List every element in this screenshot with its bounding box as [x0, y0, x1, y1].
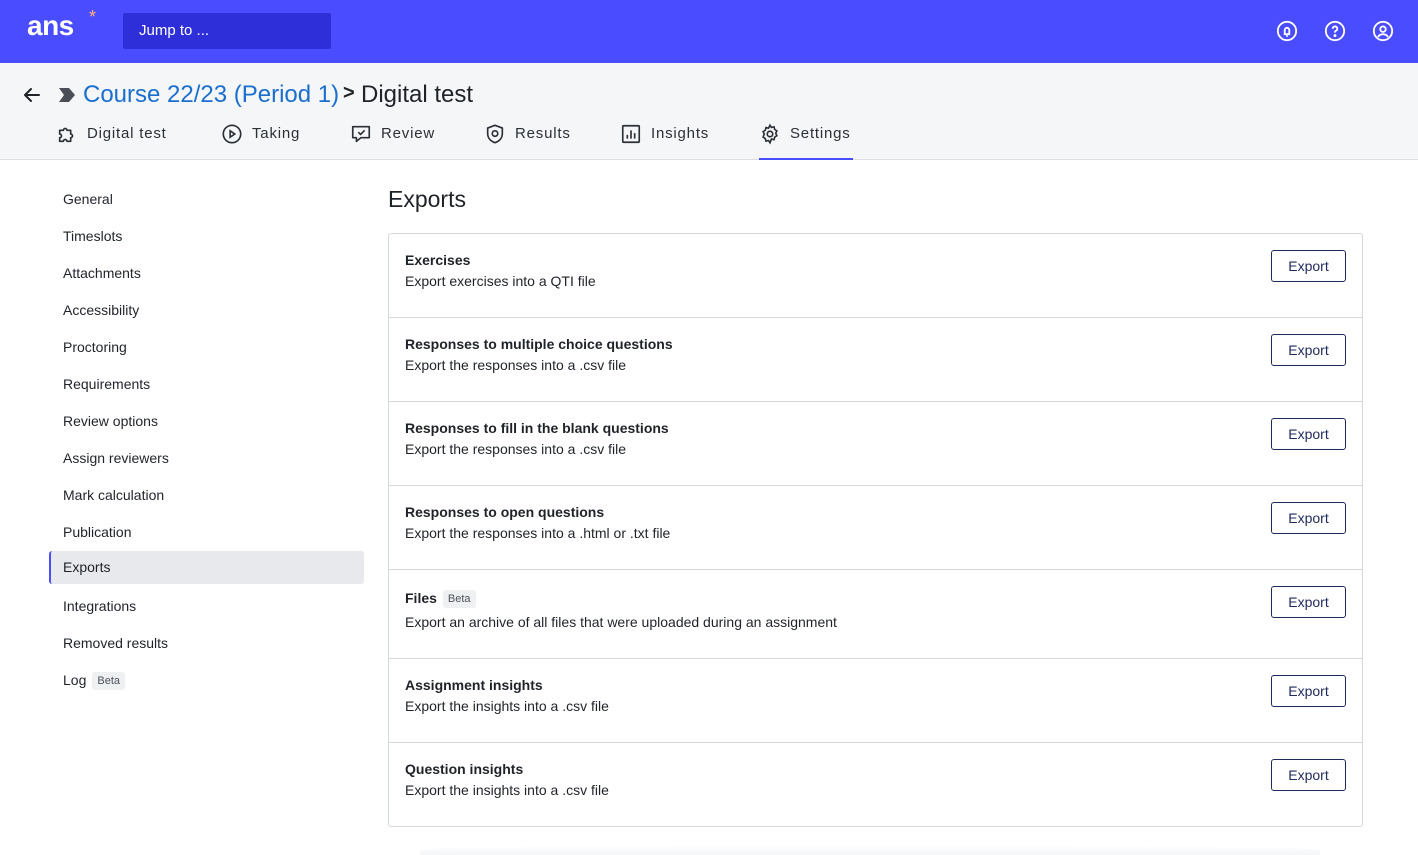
- export-row-multiple-choice: Responses to multiple choice questions E…: [389, 318, 1362, 402]
- puzzle-icon: [58, 127, 74, 143]
- help-icon[interactable]: [1323, 19, 1347, 43]
- sidebar-item-removed-results[interactable]: Removed results: [49, 625, 364, 658]
- export-assignment-insights-button[interactable]: Export: [1271, 675, 1346, 707]
- beta-badge: Beta: [92, 672, 125, 690]
- sidebar-item-accessibility[interactable]: Accessibility: [49, 292, 364, 325]
- row-title: Responses to fill in the blank questions: [405, 420, 669, 436]
- export-row-fill-in-blank: Responses to fill in the blank questions…: [389, 402, 1362, 486]
- jump-to-input[interactable]: Jump to ...: [123, 13, 331, 49]
- tab-review[interactable]: Review: [350, 123, 435, 160]
- row-title: Files Beta: [405, 590, 476, 608]
- breadcrumb-course-link[interactable]: Course 22/23 (Period 1): [83, 81, 339, 109]
- row-description: Export the responses into a .csv file: [405, 441, 626, 457]
- tab-results[interactable]: Results: [484, 123, 571, 160]
- row-description: Export the insights into a .csv file: [405, 698, 609, 714]
- row-description: Export the responses into a .html or .tx…: [405, 525, 671, 541]
- export-multiple-choice-button[interactable]: Export: [1271, 334, 1346, 366]
- sidebar-item-label: Log: [63, 672, 87, 688]
- sidebar-item-assign-reviewers[interactable]: Assign reviewers: [49, 440, 364, 473]
- sidebar-item-general[interactable]: General: [49, 181, 364, 214]
- tab-insights[interactable]: Insights: [620, 123, 709, 160]
- beta-badge: Beta: [442, 590, 476, 608]
- export-row-question-insights: Question insights Export the insights in…: [389, 743, 1362, 827]
- review-icon: [351, 125, 371, 143]
- row-description: Export exercises into a QTI file: [405, 273, 596, 289]
- sidebar-item-publication[interactable]: Publication: [49, 514, 364, 547]
- chart-icon: [621, 124, 641, 144]
- page-title: Digital test: [361, 81, 474, 108]
- sidebar-item-timeslots[interactable]: Timeslots: [49, 218, 364, 251]
- user-icon[interactable]: [1371, 19, 1395, 43]
- play-icon: [222, 124, 242, 144]
- sidebar-item-mark-calculation[interactable]: Mark calculation: [49, 477, 364, 510]
- export-open-questions-button[interactable]: Export: [1271, 502, 1346, 534]
- row-title: Question insights: [405, 761, 524, 777]
- bottom-shadow: [420, 845, 1320, 855]
- shield-icon: [486, 124, 504, 144]
- row-description: Export the insights into a .csv file: [405, 782, 609, 798]
- sidebar-item-proctoring[interactable]: Proctoring: [49, 329, 364, 362]
- export-files-button[interactable]: Export: [1271, 586, 1346, 618]
- sidebar-item-exports[interactable]: Exports: [49, 551, 364, 584]
- ans-logo[interactable]: ans *: [27, 7, 96, 42]
- row-title: Assignment insights: [405, 677, 543, 693]
- page-header: Course 22/23 (Period 1) > Digital test D…: [0, 63, 1418, 160]
- breadcrumb-separator: >: [343, 82, 355, 104]
- row-title: Responses to multiple choice questions: [405, 336, 673, 352]
- row-description: Export an archive of all files that were…: [405, 614, 837, 630]
- bell-icon[interactable]: [1275, 19, 1299, 43]
- settings-sidebar: General Timeslots Attachments Accessibil…: [49, 181, 364, 699]
- sidebar-item-integrations[interactable]: Integrations: [49, 588, 364, 621]
- sidebar-item-attachments[interactable]: Attachments: [49, 255, 364, 288]
- export-fill-in-blank-button[interactable]: Export: [1271, 418, 1346, 450]
- exports-panel: Exercises Export exercises into a QTI fi…: [388, 233, 1363, 827]
- sidebar-item-requirements[interactable]: Requirements: [49, 366, 364, 399]
- sidebar-item-review-options[interactable]: Review options: [49, 403, 364, 436]
- course-tag-icon: [58, 87, 76, 103]
- export-row-open-questions: Responses to open questions Export the r…: [389, 486, 1362, 570]
- export-row-assignment-insights: Assignment insights Export the insights …: [389, 659, 1362, 743]
- tab-digital-test[interactable]: Digital test: [56, 123, 167, 160]
- export-question-insights-button[interactable]: Export: [1271, 759, 1346, 791]
- row-title: Responses to open questions: [405, 504, 605, 520]
- tab-taking[interactable]: Taking: [221, 123, 300, 160]
- export-row-exercises: Exercises Export exercises into a QTI fi…: [389, 234, 1362, 318]
- gear-icon: [762, 123, 778, 145]
- top-bar: ans * Jump to ...: [0, 0, 1418, 63]
- export-row-files: Files Beta Export an archive of all files…: [389, 570, 1362, 659]
- back-arrow-icon[interactable]: [20, 83, 44, 107]
- export-exercises-button[interactable]: Export: [1271, 250, 1346, 282]
- tab-settings[interactable]: Settings: [759, 123, 853, 160]
- sidebar-item-log[interactable]: Log Beta: [49, 662, 364, 695]
- row-description: Export the responses into a .csv file: [405, 357, 626, 373]
- section-title: Exports: [388, 186, 466, 212]
- row-title: Exercises: [405, 252, 471, 268]
